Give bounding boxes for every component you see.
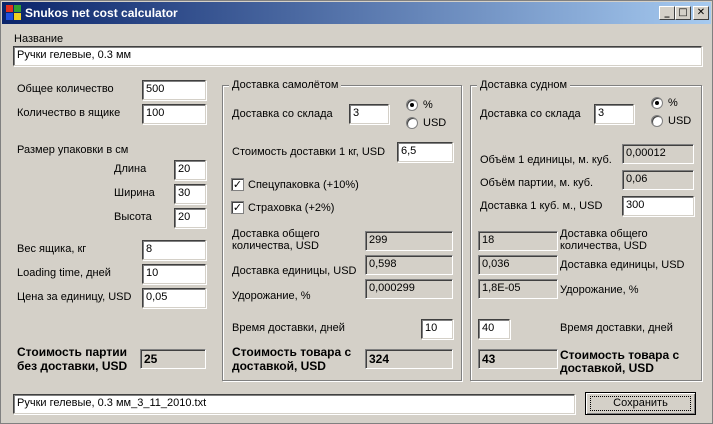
sea-usd-label: USD	[668, 115, 692, 127]
width-input[interactable]: 30	[174, 184, 206, 204]
sea-unit-delivery-label: Доставка единицы, USD	[560, 259, 685, 271]
name-label: Название	[14, 33, 64, 45]
sea-goods-cost-label-line1: Стоимость товара с	[560, 348, 680, 362]
special-pack-label: Спецупаковка (+10%)	[248, 179, 359, 191]
unit-price-input[interactable]: 0,05	[142, 288, 206, 308]
air-total-delivery-label-line1: Доставка общего	[232, 228, 320, 240]
air-cost-per-kg-input[interactable]: 6,5	[397, 142, 453, 162]
sea-cost-per-m3-label: Доставка 1 куб. м., USD	[480, 200, 603, 212]
insurance-label: Страховка (+2%)	[248, 202, 335, 214]
sea-goods-cost-label-line2: доставкой, USD	[560, 361, 654, 375]
loading-time-label: Loading time, дней	[17, 267, 111, 279]
sea-total-delivery-label-line2: количества, USD	[560, 240, 647, 252]
sea-total-delivery-output: 18	[478, 231, 558, 251]
save-button-label: Сохранить	[613, 397, 668, 409]
box-qty-label: Количество в ящике	[17, 107, 121, 119]
save-button[interactable]: Сохранить	[585, 392, 696, 415]
sea-unit-delivery-output: 0,036	[478, 255, 558, 275]
air-percent-label: %	[423, 99, 433, 111]
sea-unit-volume-output: 0,00012	[622, 144, 694, 164]
air-cost-per-kg-label: Стоимость доставки 1 кг, USD	[232, 146, 386, 158]
sea-unit-volume-label: Объём 1 единицы, м. куб.	[480, 154, 612, 166]
sea-delivery-time-label: Время доставки, дней	[560, 322, 673, 334]
close-button[interactable]: ✕	[693, 6, 709, 20]
sea-warehouse-label: Доставка со склада	[480, 108, 581, 120]
air-warehouse-input[interactable]: 3	[349, 104, 389, 124]
air-total-delivery-output: 299	[365, 231, 453, 251]
unit-price-label: Цена за единицу, USD	[17, 291, 132, 303]
special-pack-checkbox[interactable]: ✓	[231, 178, 244, 191]
insurance-checkbox[interactable]: ✓	[231, 201, 244, 214]
total-qty-input[interactable]: 500	[142, 80, 206, 100]
batch-cost-output: 25	[140, 349, 206, 369]
air-delivery-title: Доставка самолётом	[229, 79, 342, 91]
app-icon[interactable]	[6, 5, 22, 21]
air-markup-label: Удорожание, %	[232, 290, 311, 302]
air-usd-label: USD	[423, 117, 447, 129]
air-usd-radio[interactable]	[406, 117, 418, 129]
sea-total-delivery-label-line1: Доставка общего	[560, 228, 648, 240]
loading-time-input[interactable]: 10	[142, 264, 206, 284]
sea-usd-radio[interactable]	[651, 115, 663, 127]
name-input[interactable]: Ручки гелевые, 0.3 мм	[13, 46, 702, 66]
sea-goods-cost-output: 43	[478, 349, 558, 369]
sea-delivery-title: Доставка судном	[477, 79, 571, 91]
total-qty-label: Общее количество	[17, 83, 114, 95]
air-total-delivery-label-line2: количества, USD	[232, 240, 319, 252]
air-delivery-time-input[interactable]: 10	[421, 319, 453, 339]
filename-input[interactable]: Ручки гелевые, 0.3 мм_3_11_2010.txt	[13, 394, 575, 414]
pack-size-label: Размер упаковки в см	[17, 144, 129, 156]
length-label: Длина	[114, 163, 147, 175]
box-weight-label: Вес ящика, кг	[17, 243, 87, 255]
app-window: Snukos net cost calculator _ □ ✕ Названи…	[0, 0, 713, 424]
air-goods-cost-label-line1: Стоимость товара с	[232, 345, 352, 359]
air-unit-delivery-output: 0,598	[365, 255, 453, 275]
box-qty-input[interactable]: 100	[142, 104, 206, 124]
length-input[interactable]: 20	[174, 160, 206, 180]
air-warehouse-label: Доставка со склада	[232, 108, 333, 120]
air-goods-cost-output: 324	[365, 349, 453, 369]
air-percent-radio[interactable]	[406, 99, 418, 111]
sea-markup-output: 1,8E-05	[478, 279, 558, 299]
sea-markup-label: Удорожание, %	[560, 284, 639, 296]
width-label: Ширина	[114, 187, 155, 199]
sea-batch-volume-label: Объём партии, м. куб.	[480, 177, 594, 189]
title-bar[interactable]: Snukos net cost calculator _ □ ✕	[2, 2, 711, 24]
sea-batch-volume-output: 0,06	[622, 170, 694, 190]
batch-cost-label-line1: Стоимость партии	[17, 345, 127, 359]
height-input[interactable]: 20	[174, 208, 206, 228]
window-title: Snukos net cost calculator	[25, 6, 178, 20]
air-delivery-time-label: Время доставки, дней	[232, 322, 345, 334]
sea-warehouse-input[interactable]: 3	[594, 104, 634, 124]
sea-delivery-time-input[interactable]: 40	[478, 319, 510, 339]
air-unit-delivery-label: Доставка единицы, USD	[232, 265, 357, 277]
air-goods-cost-label-line2: доставкой, USD	[232, 359, 326, 373]
height-label: Высота	[114, 211, 152, 223]
air-markup-output: 0,000299	[365, 279, 453, 299]
sea-cost-per-m3-input[interactable]: 300	[622, 196, 694, 216]
minimize-button[interactable]: _	[659, 6, 675, 20]
sea-percent-radio[interactable]	[651, 97, 663, 109]
box-weight-input[interactable]: 8	[142, 240, 206, 260]
batch-cost-label-line2: без доставки, USD	[17, 359, 128, 373]
maximize-button[interactable]: □	[675, 6, 691, 20]
sea-percent-label: %	[668, 97, 678, 109]
